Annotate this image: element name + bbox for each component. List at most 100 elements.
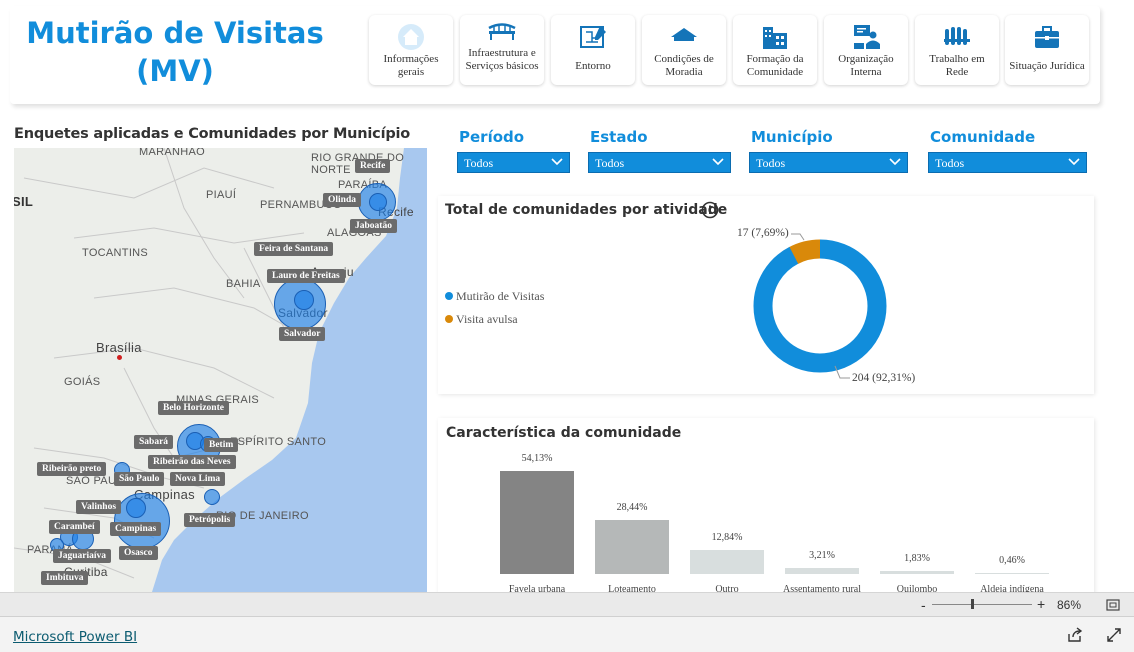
nav-button-label: Infraestrutura e Serviços básicos xyxy=(465,47,539,72)
map-bubble[interactable] xyxy=(126,498,146,518)
map-city-label[interactable]: Jaboatão xyxy=(350,219,397,233)
nav-button-label: Formação da Comunidade xyxy=(746,53,804,78)
bar-value-label: 3,21% xyxy=(809,549,835,561)
share-icon[interactable] xyxy=(1067,627,1083,643)
bar-value-label: 12,84% xyxy=(711,531,743,543)
map-city-label[interactable]: Belo Horizonte xyxy=(158,401,229,415)
bar-category-label: Favela urbana xyxy=(508,584,566,592)
presenter-icon xyxy=(851,23,881,51)
map-city-label[interactable]: Salvador xyxy=(279,327,326,341)
chevron-down-icon xyxy=(712,155,724,167)
map-city-label[interactable]: Betim xyxy=(204,438,239,452)
filter-value: Todos xyxy=(756,156,786,170)
info-icon[interactable] xyxy=(701,201,719,219)
nav-button-label: Trabalho em Rede xyxy=(929,53,985,78)
map-bubble[interactable] xyxy=(294,290,314,310)
map-state-label: ESPÍRITO SANTO xyxy=(230,436,327,448)
filter-value: Todos xyxy=(464,156,494,170)
donut-title: Total de comunidades por atividade xyxy=(445,202,728,218)
nav-button-1[interactable]: Informações gerais xyxy=(369,15,453,85)
nav-button-label: Entorno xyxy=(575,59,611,72)
filter-label: Comunidade xyxy=(930,128,1036,146)
zoom-level: 86% xyxy=(1057,598,1082,612)
nav-button-2[interactable]: Infraestrutura e Serviços básicos xyxy=(460,15,544,85)
map-city-label[interactable]: Olinda xyxy=(323,193,361,207)
map-place-label: Brasília xyxy=(96,340,142,355)
nav-button-7[interactable]: Trabalho em Rede xyxy=(915,15,999,85)
bar[interactable] xyxy=(595,519,669,574)
briefcase-icon xyxy=(1032,23,1062,51)
map-city-label[interactable]: Carambeí xyxy=(49,520,100,534)
bar-value-label: 54,13% xyxy=(521,453,553,464)
bar[interactable] xyxy=(785,567,859,574)
map-state-label: PIAUÍ xyxy=(206,189,237,201)
map-city-label[interactable]: Nova Lima xyxy=(170,472,226,486)
nav-button-8[interactable]: Situação Jurídica xyxy=(1005,15,1089,85)
footer: Microsoft Power BI xyxy=(0,616,1134,652)
bar-value-label: 1,83% xyxy=(904,552,930,564)
map-plan-icon xyxy=(578,23,608,51)
map-city-label[interactable]: Jaguariaíva xyxy=(53,549,112,563)
filter-value: Todos xyxy=(595,156,625,170)
donut-label-mutirao: 204 (92,31%) xyxy=(852,372,916,384)
map-city-label[interactable]: Lauro de Freitas xyxy=(267,269,345,283)
nav-button-label: Condições de Moradia xyxy=(654,53,714,78)
bar-value-label: 0,46% xyxy=(999,555,1025,566)
fit-to-page-icon[interactable] xyxy=(1106,599,1120,611)
nav-button-3[interactable]: Entorno xyxy=(551,15,635,85)
zoom-slider-thumb[interactable] xyxy=(971,599,974,609)
power-bi-link[interactable]: Microsoft Power BI xyxy=(13,629,137,645)
chevron-down-icon xyxy=(889,155,901,167)
bar[interactable] xyxy=(975,573,1049,574)
bar[interactable] xyxy=(690,549,764,574)
legend-swatch xyxy=(445,292,453,300)
nav-button-6[interactable]: Organização Interna xyxy=(824,15,908,85)
fullscreen-icon[interactable] xyxy=(1106,627,1122,643)
map-state-label: GOIÁS xyxy=(64,376,101,388)
map-state-label: SIL xyxy=(14,194,34,209)
map-city-label[interactable]: Valinhos xyxy=(76,500,122,514)
bar-category-label: Quilombo xyxy=(896,584,938,592)
map-city-label[interactable]: Osasco xyxy=(119,546,158,560)
legend-swatch xyxy=(445,315,453,323)
filter-label: Estado xyxy=(590,128,648,146)
map-city-label[interactable]: Sabará xyxy=(134,435,174,449)
filter-dropdown[interactable]: Todos xyxy=(588,152,731,173)
bar-category-label: Assentamento rural xyxy=(782,584,862,592)
bar-category-label: Outro xyxy=(715,584,739,592)
map-bubble[interactable] xyxy=(204,489,220,505)
filter-dropdown[interactable]: Todos xyxy=(457,152,570,173)
bar[interactable] xyxy=(500,471,574,574)
zoom-in-button[interactable]: + xyxy=(1037,596,1045,612)
legend-label: Mutirão de Visitas xyxy=(456,289,545,303)
team-icon xyxy=(942,23,972,51)
zoom-slider[interactable] xyxy=(932,604,1032,605)
filter-dropdown[interactable]: Todos xyxy=(749,152,908,173)
bar[interactable] xyxy=(880,570,954,574)
map-city-label[interactable]: Ribeirão preto xyxy=(37,462,107,476)
filter-dropdown[interactable]: Todos xyxy=(928,152,1087,173)
filter-label: Município xyxy=(751,128,833,146)
map-city-label[interactable]: Petrópolis xyxy=(184,513,236,527)
map-city-label[interactable]: São Paulo xyxy=(114,472,165,486)
map-city-label[interactable]: Feira de Santana xyxy=(254,242,334,256)
chevron-down-icon xyxy=(1068,155,1080,167)
nav-button-5[interactable]: Formação da Comunidade xyxy=(733,15,817,85)
nav-button-label: Situação Jurídica xyxy=(1009,59,1085,72)
legend-item-avulsa[interactable]: Visita avulsa xyxy=(445,312,518,327)
zoom-out-button[interactable]: - xyxy=(921,597,926,613)
map-state-label: BAHIA xyxy=(226,278,261,290)
map-city-label[interactable]: Campinas xyxy=(110,522,162,536)
map-bubble[interactable] xyxy=(369,193,387,211)
map-city-label[interactable]: Imbituva xyxy=(41,571,89,585)
nav-button-4[interactable]: Condições de Moradia xyxy=(642,15,726,85)
zoom-bar: - + 86% xyxy=(0,592,1134,616)
donut-leader-lines xyxy=(791,233,850,379)
map-city-label[interactable]: Recife xyxy=(355,159,391,173)
capital-dot xyxy=(117,355,122,360)
map-title: Enquetes aplicadas e Comunidades por Mun… xyxy=(14,126,411,142)
legend-item-mutirao[interactable]: Mutirão de Visitas xyxy=(445,289,544,304)
brazil-map[interactable]: MARANHÃO RIO GRANDE DO NORTE PARAÍBA PIAUÍ P… xyxy=(14,148,427,592)
buildings-icon xyxy=(760,23,790,51)
map-city-label[interactable]: Ribeirão das Neves xyxy=(148,455,236,469)
